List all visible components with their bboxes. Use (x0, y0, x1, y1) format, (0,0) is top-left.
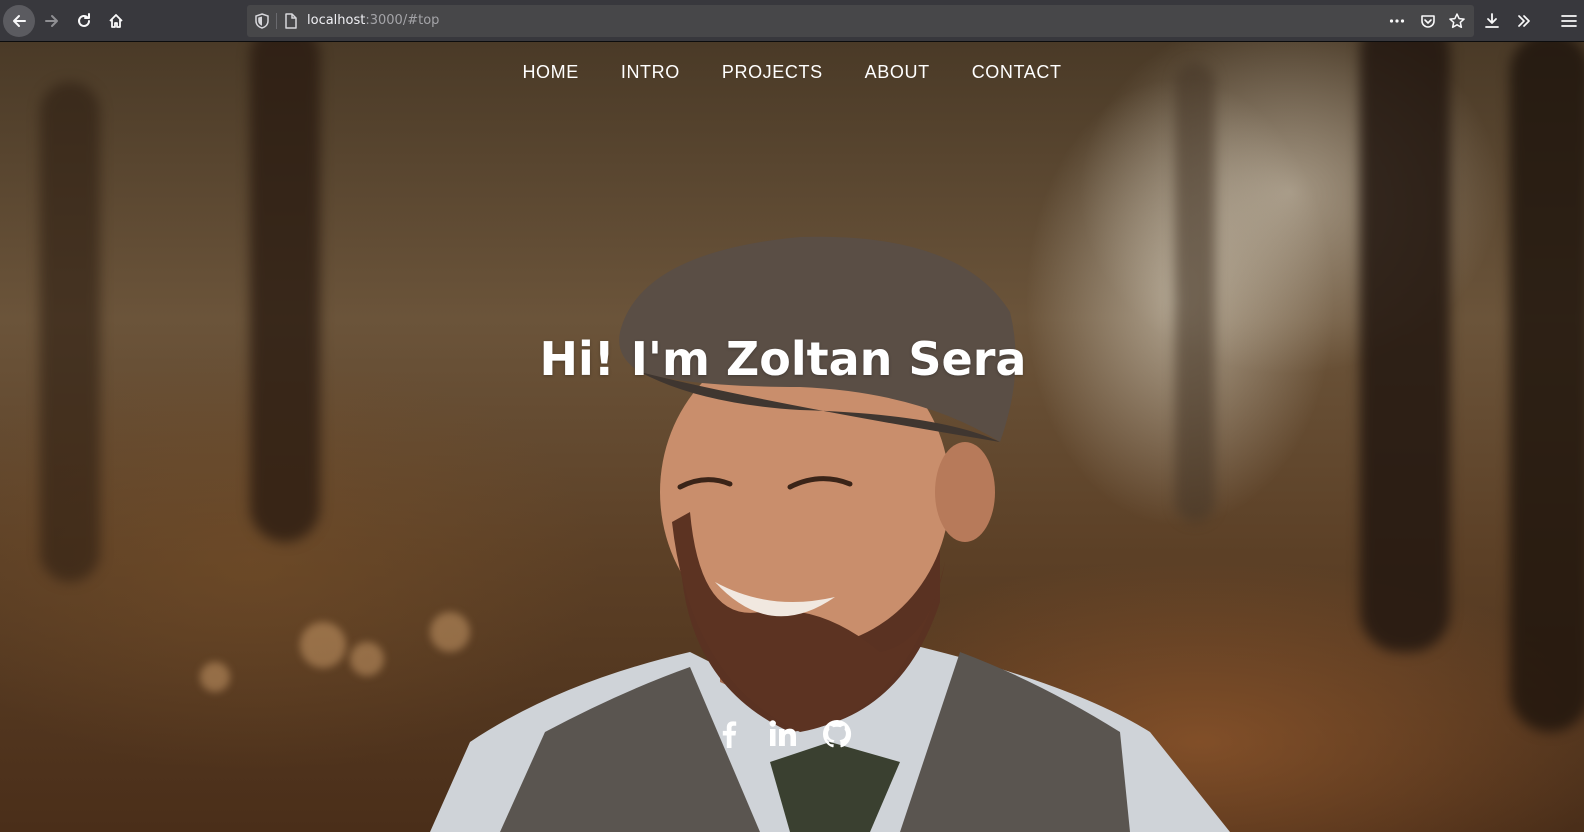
more-horizontal-icon[interactable] (1388, 12, 1406, 30)
star-icon[interactable] (1448, 12, 1466, 30)
page-icon[interactable] (282, 12, 300, 30)
arrow-left-icon (13, 15, 26, 27)
nav-contact[interactable]: CONTACT (972, 62, 1062, 83)
browser-toolbar: localhost:3000/#top (0, 0, 1584, 42)
social-links (0, 718, 1566, 750)
linkedin-link[interactable] (767, 718, 799, 750)
facebook-icon (722, 721, 737, 748)
download-icon (1485, 13, 1499, 28)
hero-title: Hi! I'm Zoltan Sera (539, 332, 1027, 386)
github-icon (822, 719, 852, 748)
reload-icon (78, 13, 90, 27)
hamburger-icon (1560, 15, 1577, 27)
url-host: localhost (307, 13, 366, 28)
nav-projects[interactable]: PROJECTS (722, 62, 823, 83)
nav-home[interactable]: HOME (522, 62, 578, 83)
hero-portrait (430, 236, 1230, 832)
github-link[interactable] (821, 718, 853, 750)
url-divider (276, 13, 277, 29)
forward-button[interactable] (36, 5, 68, 37)
pocket-icon[interactable] (1419, 12, 1437, 30)
arrow-right-icon (45, 15, 58, 27)
hero-section: HOME INTRO PROJECTS ABOUT CONTACT Hi! I'… (0, 42, 1584, 832)
url-text[interactable]: localhost:3000/#top (307, 13, 439, 28)
nav-intro[interactable]: INTRO (621, 62, 680, 83)
linkedin-icon (769, 720, 796, 746)
home-icon (109, 14, 123, 28)
facebook-link[interactable] (713, 718, 745, 750)
main-nav: HOME INTRO PROJECTS ABOUT CONTACT (0, 62, 1584, 83)
reload-button[interactable] (68, 5, 100, 37)
overflow-button[interactable] (1508, 5, 1540, 37)
url-path: :3000/#top (365, 13, 440, 28)
shield-icon[interactable] (253, 12, 271, 30)
home-button[interactable] (100, 5, 132, 37)
menu-button[interactable] (1553, 5, 1584, 37)
double-chevron-right-icon (1518, 15, 1530, 27)
nav-about[interactable]: ABOUT (865, 62, 930, 83)
downloads-button[interactable] (1476, 5, 1508, 37)
back-button[interactable] (3, 5, 35, 37)
url-bar[interactable]: localhost:3000/#top (247, 5, 1474, 37)
